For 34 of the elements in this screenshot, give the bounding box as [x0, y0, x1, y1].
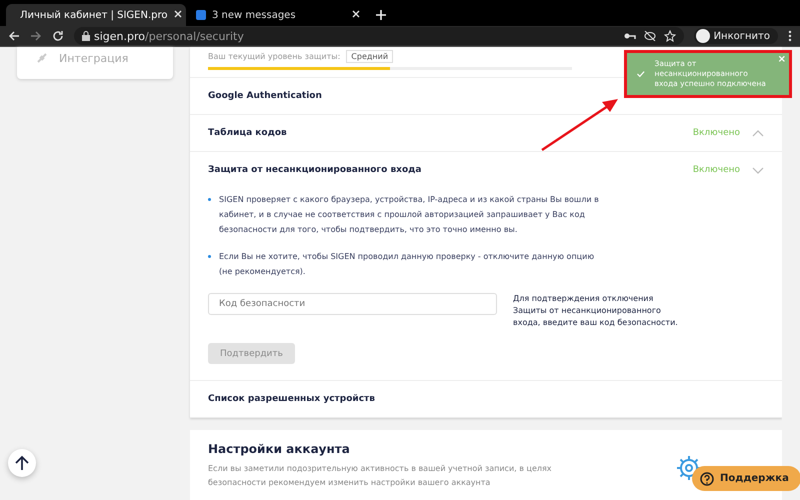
section-header[interactable]: Таблица кодов Включено	[190, 115, 782, 151]
browser-tab[interactable]: Личный кабинет | SIGEN.pro	[6, 4, 186, 26]
back-icon[interactable]	[8, 30, 20, 42]
security-level-label: Ваш текущий уровень защиты:	[208, 52, 340, 60]
chevron-icon	[752, 166, 764, 174]
arrow-up-icon	[15, 455, 29, 471]
support-button[interactable]: Поддержка	[692, 466, 800, 491]
plug-icon	[35, 51, 49, 65]
key-icon[interactable]	[624, 32, 636, 40]
browser-tab[interactable]: 3 new messages	[188, 4, 368, 26]
hint-text: Для подтверждения отключения Защиты от несанкционированного входа, введите ваш код безопасности.	[513, 293, 679, 329]
description-text: SIGEN проверяет с какого браузера, устройства, IP-адреса и из какой страны Вы вошли в кабинет, и в случае не соответствия с прошлой авторизацией запрашивает у Вас код безопасности для того, чтобы подтвердить, что это точно именно вы.	[219, 194, 600, 236]
scroll-top-button[interactable]	[8, 449, 36, 477]
section-header[interactable]: Список разрешенных устройств	[190, 381, 782, 417]
help-icon	[700, 472, 714, 486]
bullet-icon	[208, 198, 211, 201]
new-tab-icon[interactable]	[376, 10, 386, 20]
chevron-icon	[752, 130, 764, 136]
favicon-icon	[196, 10, 206, 20]
menu-icon[interactable]	[788, 30, 792, 42]
incognito-profile-button[interactable]: Инкогнито	[694, 28, 778, 44]
account-title: Настройки аккаунта	[208, 442, 351, 456]
star-icon[interactable]	[664, 30, 676, 42]
reload-icon[interactable]	[52, 30, 64, 42]
bullet-icon	[208, 255, 211, 258]
lock-icon	[82, 31, 90, 41]
description-text: Если Вы не хотите, чтобы SIGEN проводил данную проверку - отключите данную опцию (не рекомендуется).	[219, 251, 596, 278]
address-field[interactable]: sigen.pro/personal/security	[74, 27, 684, 45]
section-header[interactable]: Защита от несанкционированного входа Включено	[190, 152, 782, 188]
eye-slash-icon[interactable]	[644, 31, 656, 41]
account-text: Если вы заметили подозрительную активность в вашей учетной записи, в целях безопасности рекомендуем изменить настройки вашего аккаунта	[208, 463, 553, 489]
security-code-field[interactable]: Код безопасности	[208, 293, 497, 315]
forward-icon[interactable]	[30, 30, 42, 42]
security-level-badge: Средний	[346, 50, 394, 62]
